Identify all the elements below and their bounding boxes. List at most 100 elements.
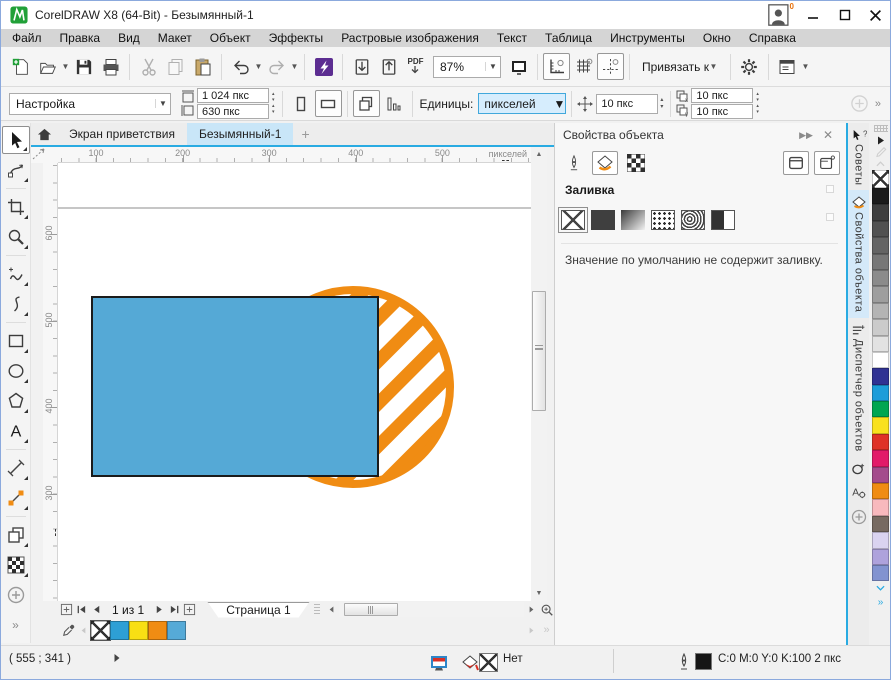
last-page-button[interactable] (167, 602, 182, 617)
uniform-fill-icon[interactable] (591, 210, 615, 230)
color-swatch[interactable] (148, 621, 167, 640)
menu-item-окно[interactable]: Окно (694, 30, 740, 46)
outline-pen-icon[interactable] (561, 151, 587, 175)
color-swatch[interactable] (167, 621, 186, 640)
previous-page-button[interactable] (89, 602, 104, 617)
drop-shadow-tool[interactable] (2, 521, 30, 549)
no-fill-icon[interactable] (561, 210, 585, 230)
scroll-up-button[interactable]: ▲ (531, 147, 547, 162)
new-tab-button[interactable]: + (293, 123, 317, 145)
color-swatch[interactable] (872, 336, 889, 352)
outline-color-swatch[interactable] (695, 653, 712, 670)
docker-close-icon[interactable]: ✕ (818, 128, 838, 142)
scrollbar-grip[interactable] (314, 604, 320, 616)
color-swatch[interactable] (872, 319, 889, 335)
preset-combobox[interactable]: Настройка ▼ (9, 93, 171, 115)
chevron-down-icon[interactable]: ▼ (254, 62, 263, 71)
postscript-fill-icon[interactable] (711, 210, 735, 230)
tab-welcome-screen[interactable]: Экран приветствия (57, 123, 187, 145)
fullscreen-icon[interactable] (505, 53, 532, 80)
menu-item-эффекты[interactable]: Эффекты (260, 30, 333, 46)
menu-item-объект[interactable]: Объект (201, 30, 260, 46)
document-color-settings-icon[interactable] (429, 653, 449, 673)
texture-fill-icon[interactable] (681, 210, 705, 230)
pdf-icon[interactable]: PDF (402, 53, 429, 80)
close-button[interactable] (862, 5, 888, 25)
menu-item-растровые-изображения[interactable]: Растровые изображения (332, 30, 488, 46)
fill-swatch-none[interactable] (479, 653, 498, 672)
palette-scroll-left[interactable] (76, 623, 91, 638)
color-swatch[interactable] (872, 434, 889, 450)
landscape-button[interactable] (315, 90, 342, 117)
chevron-down-icon[interactable]: ▼ (801, 62, 810, 71)
polygon-tool[interactable] (2, 387, 30, 415)
nudge-field[interactable]: 10 пкс (596, 94, 658, 114)
cut-icon[interactable] (135, 53, 162, 80)
outline-status-icon[interactable] (677, 653, 691, 671)
options-gear-icon[interactable] (736, 53, 763, 80)
connector-tool[interactable] (2, 484, 30, 512)
menu-item-вид[interactable]: Вид (109, 30, 149, 46)
color-swatch[interactable] (872, 286, 889, 302)
docker-collapse-icon[interactable]: ▶▶ (794, 130, 818, 141)
current-page-button[interactable] (380, 90, 407, 117)
nudge-spinner[interactable]: ▴▾ (658, 97, 665, 110)
add-page-after-button[interactable] (182, 602, 197, 617)
zoom-level-combobox[interactable]: 87%▼ (433, 56, 501, 78)
ellipse-dock-tab[interactable] (848, 457, 869, 480)
copy-icon[interactable] (162, 53, 189, 80)
color-swatch[interactable] (872, 401, 889, 417)
color-swatch[interactable] (872, 499, 889, 515)
transparency-icon[interactable] (623, 151, 649, 175)
page-height-field[interactable]: 630 пкс (197, 104, 269, 119)
fountain-fill-icon[interactable] (621, 210, 645, 230)
chevron-down-icon[interactable]: ▼ (61, 62, 70, 71)
menu-item-таблица[interactable]: Таблица (536, 30, 601, 46)
h-scroll-left-button[interactable] (324, 602, 339, 617)
color-swatch[interactable] (872, 237, 889, 253)
add-page-before-button[interactable] (59, 602, 74, 617)
more-tools-button[interactable]: » (2, 611, 30, 639)
palette-flyout-arrow[interactable] (877, 134, 885, 146)
next-page-button[interactable] (152, 602, 167, 617)
status-expand-arrow[interactable] (113, 653, 121, 663)
launch-icon[interactable] (310, 53, 337, 80)
text-properties-tab[interactable]: A (848, 480, 869, 504)
vertical-ruler[interactable]: 600500400300 (43, 163, 58, 601)
horizontal-scrollbar[interactable] (339, 602, 524, 617)
add-property-icon[interactable] (848, 94, 872, 113)
portrait-button[interactable] (288, 90, 315, 117)
eyedropper-icon[interactable] (61, 623, 76, 638)
guidelines-icon[interactable] (597, 53, 624, 80)
zoom-fit-button[interactable] (539, 602, 554, 617)
save-icon[interactable] (70, 53, 97, 80)
duplicate-y-field[interactable]: 10 пкс (691, 104, 753, 119)
grid-icon[interactable] (570, 53, 597, 80)
section-toggle[interactable] (826, 185, 834, 193)
snap-to-dropdown[interactable]: Привязать к▼ (635, 54, 725, 80)
units-combobox[interactable]: пикселей ▼ (478, 93, 566, 114)
rectangle-tool[interactable] (2, 327, 30, 355)
palette-scroll-right[interactable] (524, 623, 539, 638)
color-swatch[interactable] (110, 621, 129, 640)
undo-icon[interactable] (227, 53, 254, 80)
wrap-view-icon[interactable] (783, 151, 809, 175)
export-icon[interactable] (375, 53, 402, 80)
redo-icon[interactable] (263, 53, 290, 80)
ellipse-tool[interactable] (2, 357, 30, 385)
menu-item-справка[interactable]: Справка (740, 30, 805, 46)
duplicate-y-spinner[interactable]: ▴▾ (754, 104, 761, 115)
color-swatch[interactable] (872, 254, 889, 270)
import-icon[interactable] (348, 53, 375, 80)
palette-grip[interactable] (874, 125, 888, 132)
menu-item-текст[interactable]: Текст (488, 30, 536, 46)
color-swatch[interactable] (872, 188, 889, 204)
color-swatch[interactable] (872, 516, 889, 532)
new-document-icon[interactable] (7, 53, 34, 80)
color-swatch[interactable] (872, 450, 889, 466)
account-icon[interactable]: 0 (765, 4, 793, 26)
transparency-tool[interactable] (2, 551, 30, 579)
artistic-media-tool[interactable] (2, 290, 30, 318)
page-height-spinner[interactable]: ▴▾ (270, 104, 277, 115)
color-swatch[interactable] (872, 368, 889, 384)
